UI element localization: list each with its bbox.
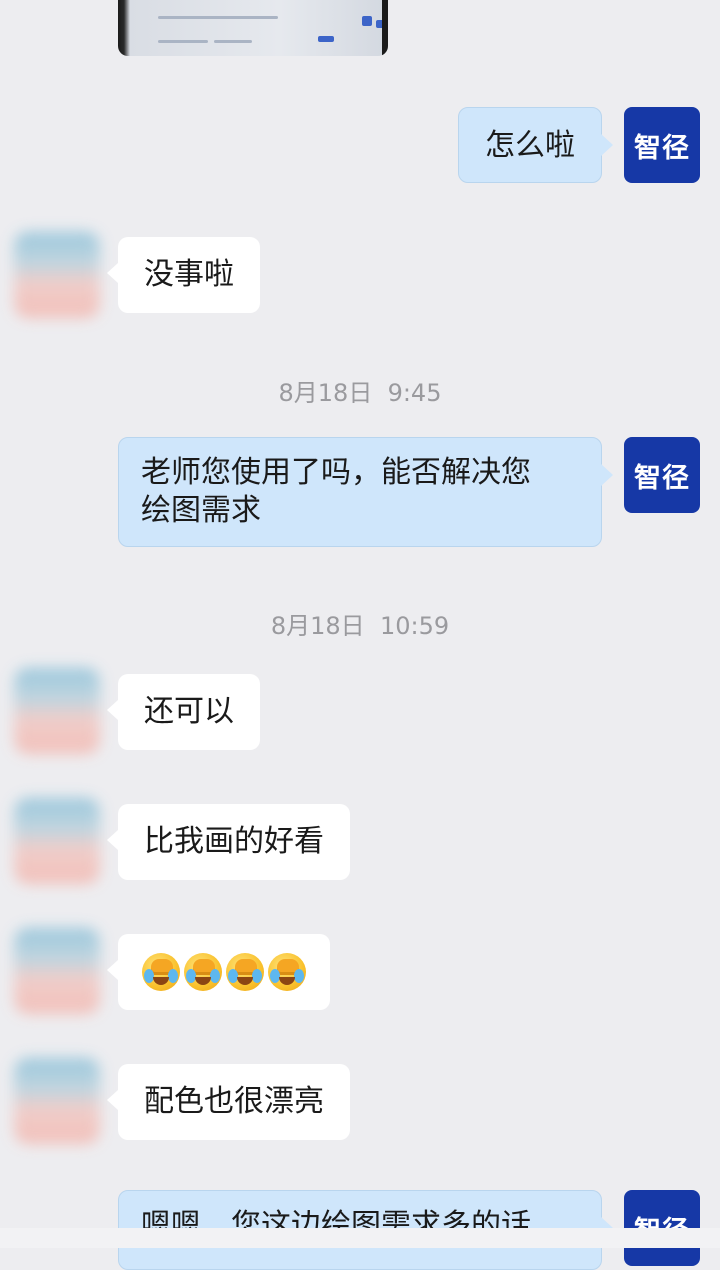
message-text: 比我画的好看 — [144, 824, 324, 859]
outgoing-message-bubble[interactable]: 老师您使用了吗，能否解决您 绘图需求 — [118, 437, 613, 547]
incoming-message-bubble[interactable] — [107, 934, 330, 1010]
incoming-message-bubble[interactable]: 比我画的好看 — [107, 804, 350, 880]
crying-laughing-icon — [226, 953, 264, 991]
crying-laughing-icon — [142, 953, 180, 991]
message-text-line: 绘图需求 — [141, 493, 261, 528]
message-timestamp: 8月18日 9:45 — [278, 379, 442, 407]
incoming-message-bubble[interactable]: 还可以 — [107, 674, 260, 750]
crying-laughing-icon — [268, 953, 306, 991]
image-edge — [382, 0, 388, 56]
image-content-line — [158, 40, 208, 43]
message-text: 配色也很漂亮 — [144, 1084, 324, 1119]
outgoing-message-bubble[interactable]: 怎么啦 — [458, 107, 613, 183]
contact-avatar[interactable] — [14, 668, 100, 754]
sender-avatar[interactable]: 智径 — [624, 107, 700, 183]
crying-laughing-icon — [184, 953, 222, 991]
avatar-label: 智径 — [634, 132, 690, 164]
message-text-line: 老师您使用了吗，能否解决您 — [141, 455, 531, 490]
message-text: 还可以 — [144, 694, 234, 729]
emoji-row — [142, 953, 306, 991]
image-message[interactable] — [118, 0, 388, 56]
bottom-edge — [0, 1228, 720, 1248]
message-text: 没事啦 — [144, 257, 234, 292]
contact-avatar[interactable] — [14, 1058, 100, 1144]
contact-avatar[interactable] — [14, 928, 100, 1014]
image-content-mark — [362, 16, 372, 26]
image-content-line — [214, 40, 252, 43]
image-content-mark — [318, 36, 334, 42]
image-content-line — [158, 16, 278, 19]
message-timestamp: 8月18日 10:59 — [270, 612, 450, 640]
incoming-message-bubble[interactable]: 配色也很漂亮 — [107, 1064, 350, 1140]
avatar-label: 智径 — [634, 462, 690, 494]
contact-avatar[interactable] — [14, 232, 100, 318]
incoming-message-bubble[interactable]: 没事啦 — [107, 237, 260, 313]
sender-avatar[interactable]: 智径 — [624, 437, 700, 513]
contact-avatar[interactable] — [14, 798, 100, 884]
message-text: 怎么啦 — [485, 128, 575, 163]
